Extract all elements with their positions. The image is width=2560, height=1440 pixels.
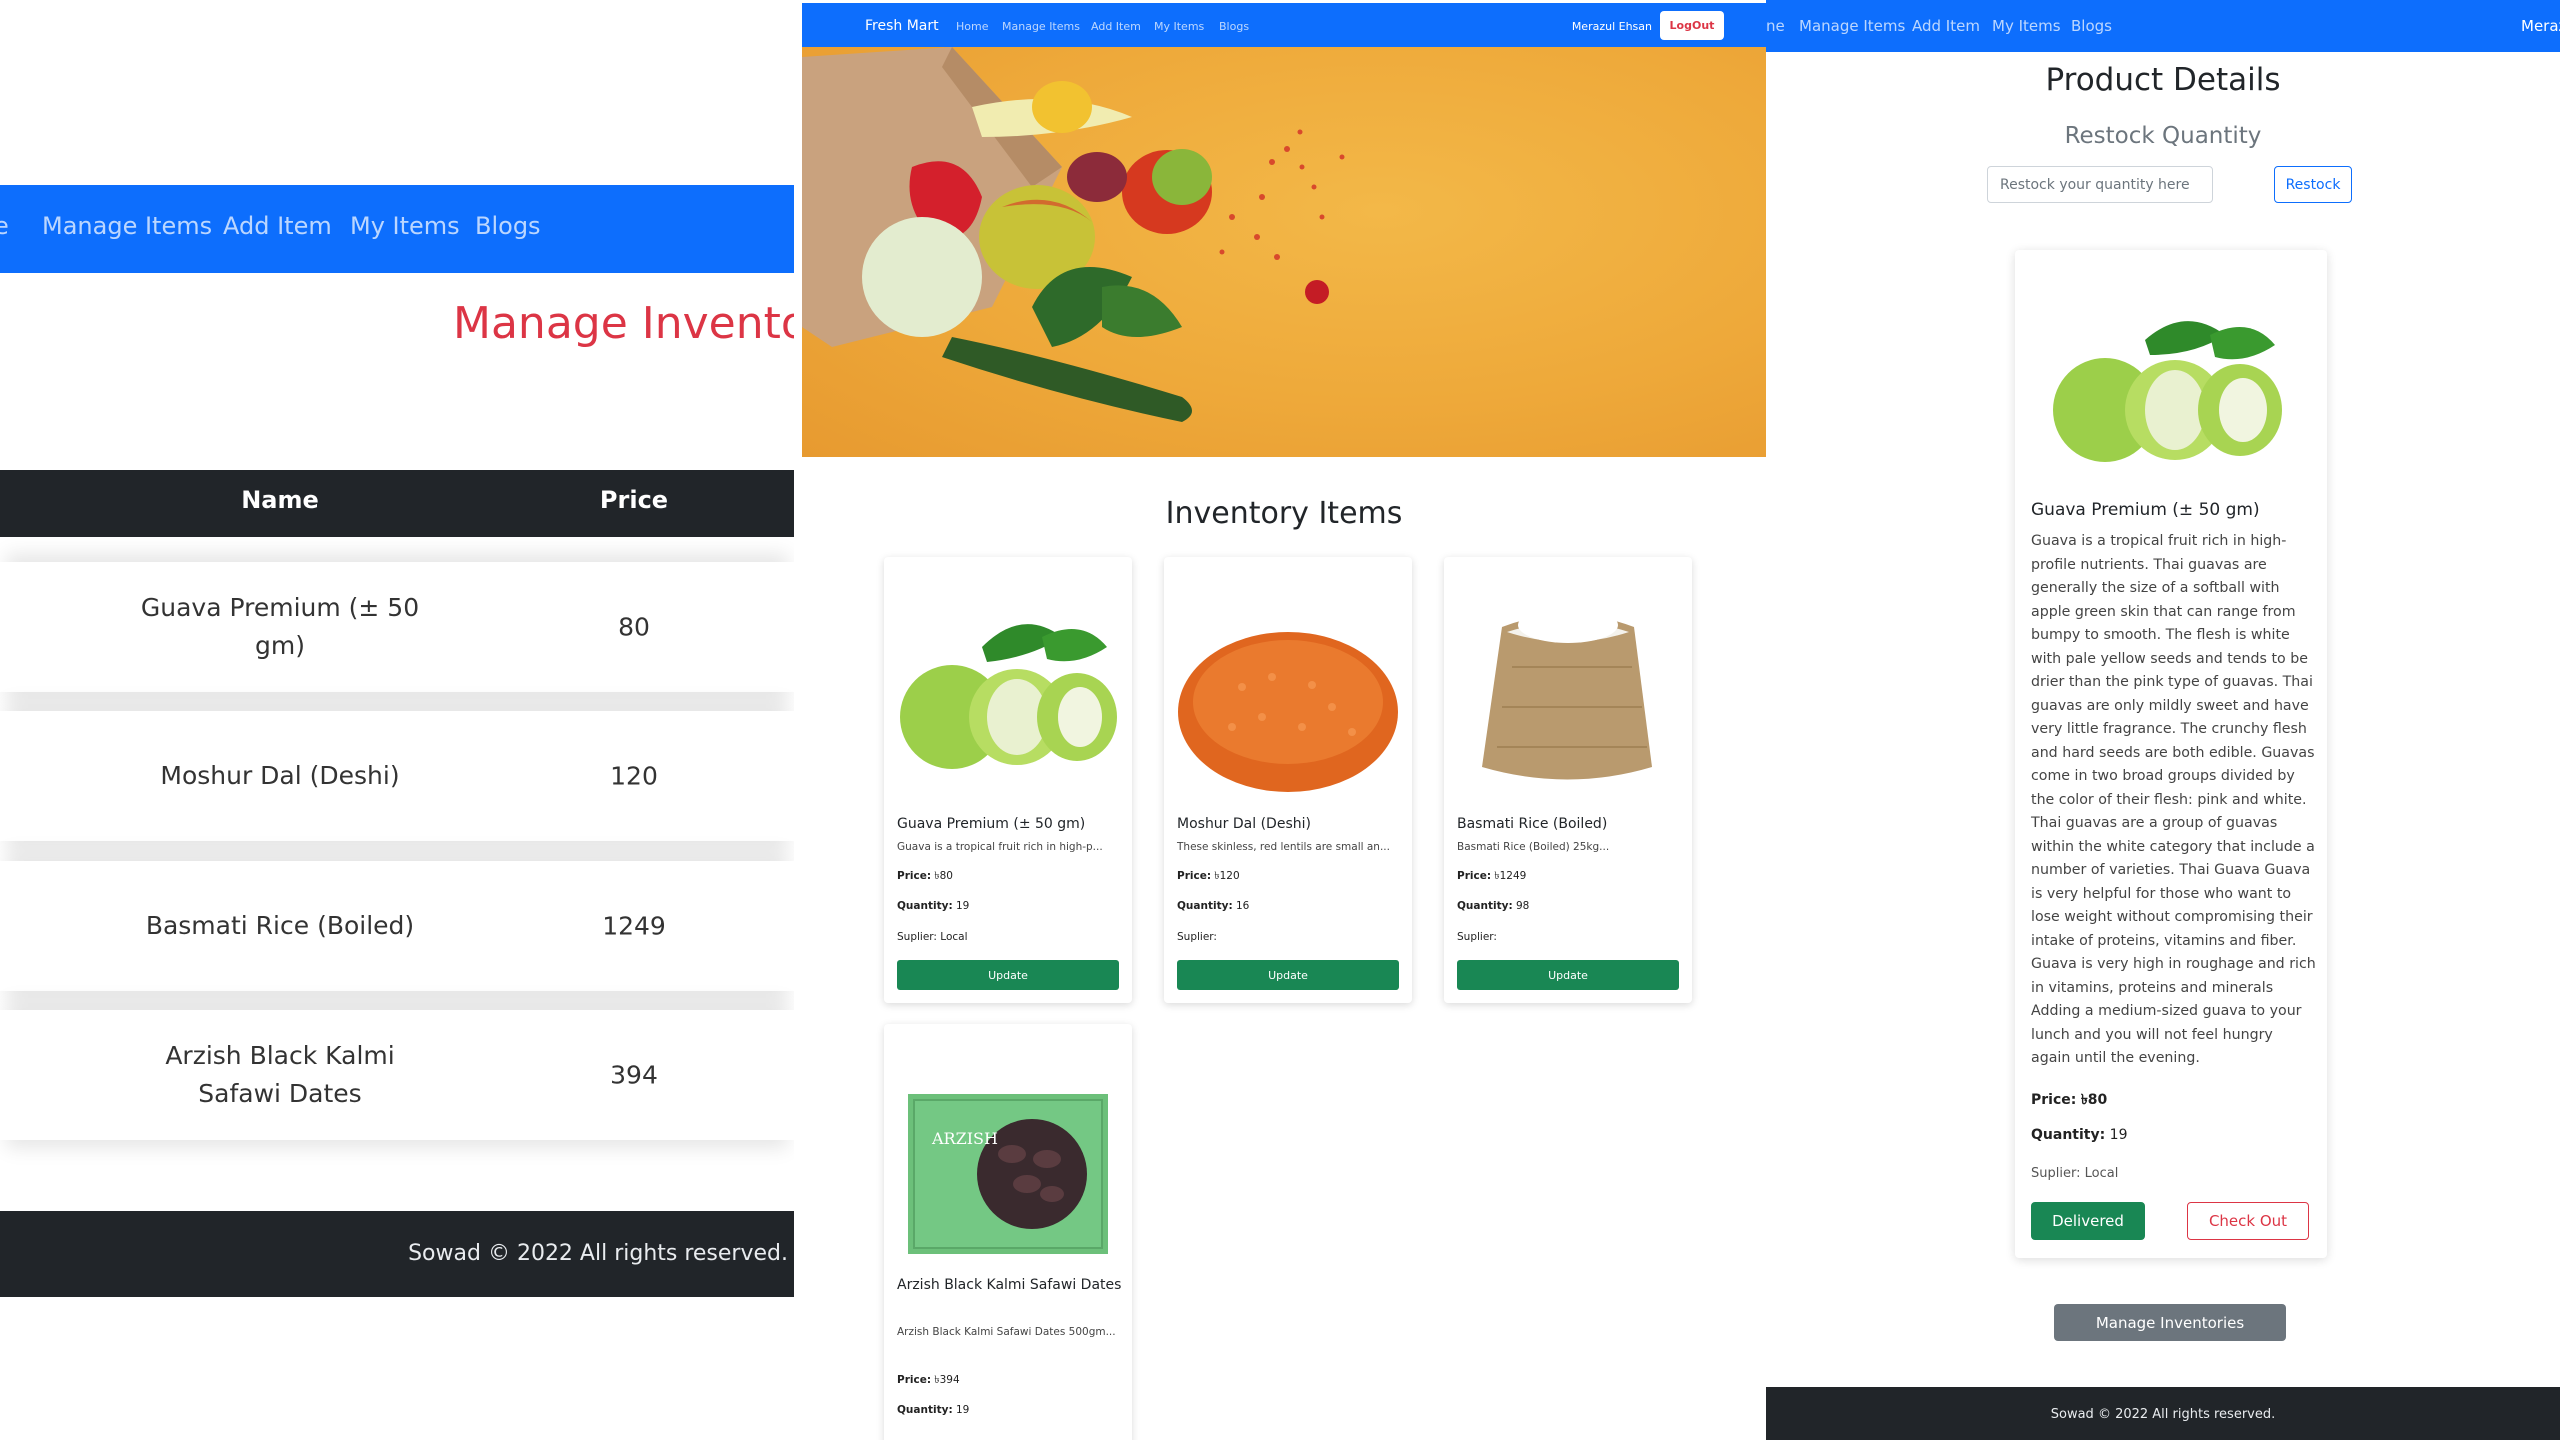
product-name: Guava Premium (± 50 gm) [2031, 500, 2260, 520]
checkout-button[interactable]: Check Out [2187, 1202, 2309, 1240]
restock-button[interactable]: Restock [2274, 166, 2352, 203]
guava-icon [2053, 321, 2282, 462]
page-title: Product Details [2045, 62, 2281, 98]
cell-name: Guava Premium (± 50 gm) [140, 593, 420, 660]
navbar: Fresh Mart Home Manage Items Add Item My… [802, 3, 1766, 47]
table-header: Name Price [0, 470, 794, 537]
manage-inventories-button[interactable]: Manage Inventories [2054, 1304, 2286, 1341]
nav-manage-items[interactable]: Manage Items [1799, 17, 1905, 35]
table-row[interactable]: Guava Premium (± 50 gm) 80 [0, 562, 794, 692]
product-price: Price: ৳120 [1177, 870, 1240, 882]
section-title: Inventory Items [1165, 496, 1403, 531]
brand-logo[interactable]: Fresh Mart [865, 18, 939, 34]
product-supplier: Suplier: Local [897, 931, 968, 943]
nav-home[interactable]: Home [956, 20, 988, 33]
product-price: Price: ৳80 [897, 870, 953, 882]
product-quantity: Quantity: 16 [1177, 900, 1250, 912]
product-image [1452, 567, 1684, 807]
nav-add-item[interactable]: Add Item [1091, 20, 1141, 33]
product-name: Guava Premium (± 50 gm) [897, 816, 1086, 832]
delivered-button[interactable]: Delivered [2031, 1202, 2145, 1240]
restock-quantity-input[interactable] [1987, 166, 2213, 203]
product-image [892, 567, 1124, 807]
product-description: Guava is a tropical fruit rich in high-p… [897, 841, 1103, 853]
cell-price: 80 [618, 612, 650, 642]
update-button[interactable]: Update [897, 960, 1119, 990]
update-button[interactable]: Update [1177, 960, 1399, 990]
hero-banner-image [802, 47, 1766, 457]
cell-name: Basmati Rice (Boiled) [145, 911, 415, 940]
nav-home[interactable]: ne [1766, 17, 1785, 35]
product-quantity: Quantity: 19 [2031, 1127, 2128, 1143]
user-name: Merazul Ehsan [1571, 20, 1652, 33]
product-card: Moshur Dal (Deshi) These skinless, red l… [1164, 557, 1412, 1003]
product-supplier: Suplier: Local [2031, 1166, 2119, 1181]
product-supplier: Suplier: [1457, 931, 1497, 943]
cell-price: 120 [610, 761, 658, 791]
product-description: Guava is a tropical fruit rich in high-p… [2031, 533, 2316, 1066]
update-button[interactable]: Update [1457, 960, 1679, 990]
home-panel: Fresh Mart Home Manage Items Add Item My… [802, 0, 1766, 1440]
product-name: Basmati Rice (Boiled) [1457, 816, 1608, 832]
product-quantity: Quantity: 19 [897, 1404, 970, 1416]
nav-add-item[interactable]: Add Item [223, 212, 332, 240]
nav-my-items[interactable]: My Items [1992, 17, 2061, 35]
product-details-panel: ne Manage Items Add Item My Items Blogs … [1766, 0, 2560, 1440]
nav-my-items[interactable]: My Items [350, 212, 460, 240]
column-header-price: Price [599, 486, 669, 514]
guava-icon [900, 624, 1117, 769]
lentils-icon [1178, 632, 1398, 792]
cell-name: Moshur Dal (Deshi) [160, 761, 400, 790]
restock-heading: Restock Quantity [2064, 123, 2262, 149]
product-description: These skinless, red lentils are small an… [1177, 841, 1390, 853]
product-supplier: Suplier: [1177, 931, 1217, 943]
product-price: Price: ৳80 [2031, 1092, 2108, 1108]
dates-box-icon: ARZISH [908, 1094, 1108, 1254]
nav-manage-items[interactable]: Manage Items [1002, 20, 1080, 33]
product-quantity: Quantity: 19 [897, 900, 970, 912]
footer-text: Sowad © 2022 All rights reserved. [2050, 1407, 2276, 1422]
footer: Sowad © 2022 All rights reserved. [1766, 1387, 2560, 1440]
cell-price: 394 [610, 1060, 658, 1090]
rice-sack-icon [1482, 607, 1652, 780]
logout-button[interactable]: LogOut [1660, 11, 1724, 40]
product-image [1172, 567, 1404, 807]
table-row[interactable]: Basmati Rice (Boiled) 1249 [0, 861, 794, 991]
nav-manage-items[interactable]: Manage Items [42, 212, 212, 240]
product-image [2025, 310, 2317, 470]
nav-blogs[interactable]: Blogs [1219, 20, 1249, 33]
table-row[interactable]: Arzish Black Kalmi Safawi Dates 394 [0, 1010, 794, 1140]
product-card: ARZISH Arzish Black Kalmi Safawi Dates A… [884, 1024, 1132, 1440]
manage-inventory-panel: e Manage Items Add Item My Items Blogs M… [0, 0, 794, 1440]
product-image: ARZISH [892, 1034, 1124, 1274]
nav-blogs[interactable]: Blogs [2071, 17, 2112, 35]
svg-text:ARZISH: ARZISH [931, 1129, 998, 1148]
nav-add-item[interactable]: Add Item [1912, 17, 1980, 35]
product-detail-card: Guava Premium (± 50 gm) Guava is a tropi… [2015, 250, 2327, 1258]
product-price: Price: ৳394 [897, 1374, 960, 1386]
column-header-name: Name [241, 486, 319, 514]
product-name: Moshur Dal (Deshi) [1177, 816, 1311, 832]
product-description: Arzish Black Kalmi Safawi Dates 500gm... [897, 1326, 1116, 1338]
nav-my-items[interactable]: My Items [1154, 20, 1204, 33]
footer: Sowad © 2022 All rights reserved. [0, 1211, 794, 1297]
product-card: Guava Premium (± 50 gm) Guava is a tropi… [884, 557, 1132, 1003]
product-card: Basmati Rice (Boiled) Basmati Rice (Boil… [1444, 557, 1692, 1003]
footer-text: Sowad © 2022 All rights reserved. [408, 1241, 788, 1266]
product-quantity: Quantity: 98 [1457, 900, 1530, 912]
nav-home[interactable]: e [0, 212, 9, 240]
nav-blogs[interactable]: Blogs [475, 212, 541, 240]
navbar: e Manage Items Add Item My Items Blogs [0, 185, 794, 273]
page-title: Manage Inventor [453, 298, 794, 349]
cell-name: Arzish Black Kalmi Safawi Dates [165, 1041, 395, 1108]
grocery-bag-illustration [802, 47, 1345, 422]
cell-price: 1249 [602, 911, 666, 941]
user-name: Meraz [2521, 17, 2560, 35]
navbar: ne Manage Items Add Item My Items Blogs … [1766, 0, 2560, 52]
product-name: Arzish Black Kalmi Safawi Dates [897, 1277, 1122, 1293]
product-description: Basmati Rice (Boiled) 25kg... [1457, 841, 1610, 853]
product-price: Price: ৳1249 [1457, 870, 1527, 882]
table-row[interactable]: Moshur Dal (Deshi) 120 [0, 711, 794, 841]
